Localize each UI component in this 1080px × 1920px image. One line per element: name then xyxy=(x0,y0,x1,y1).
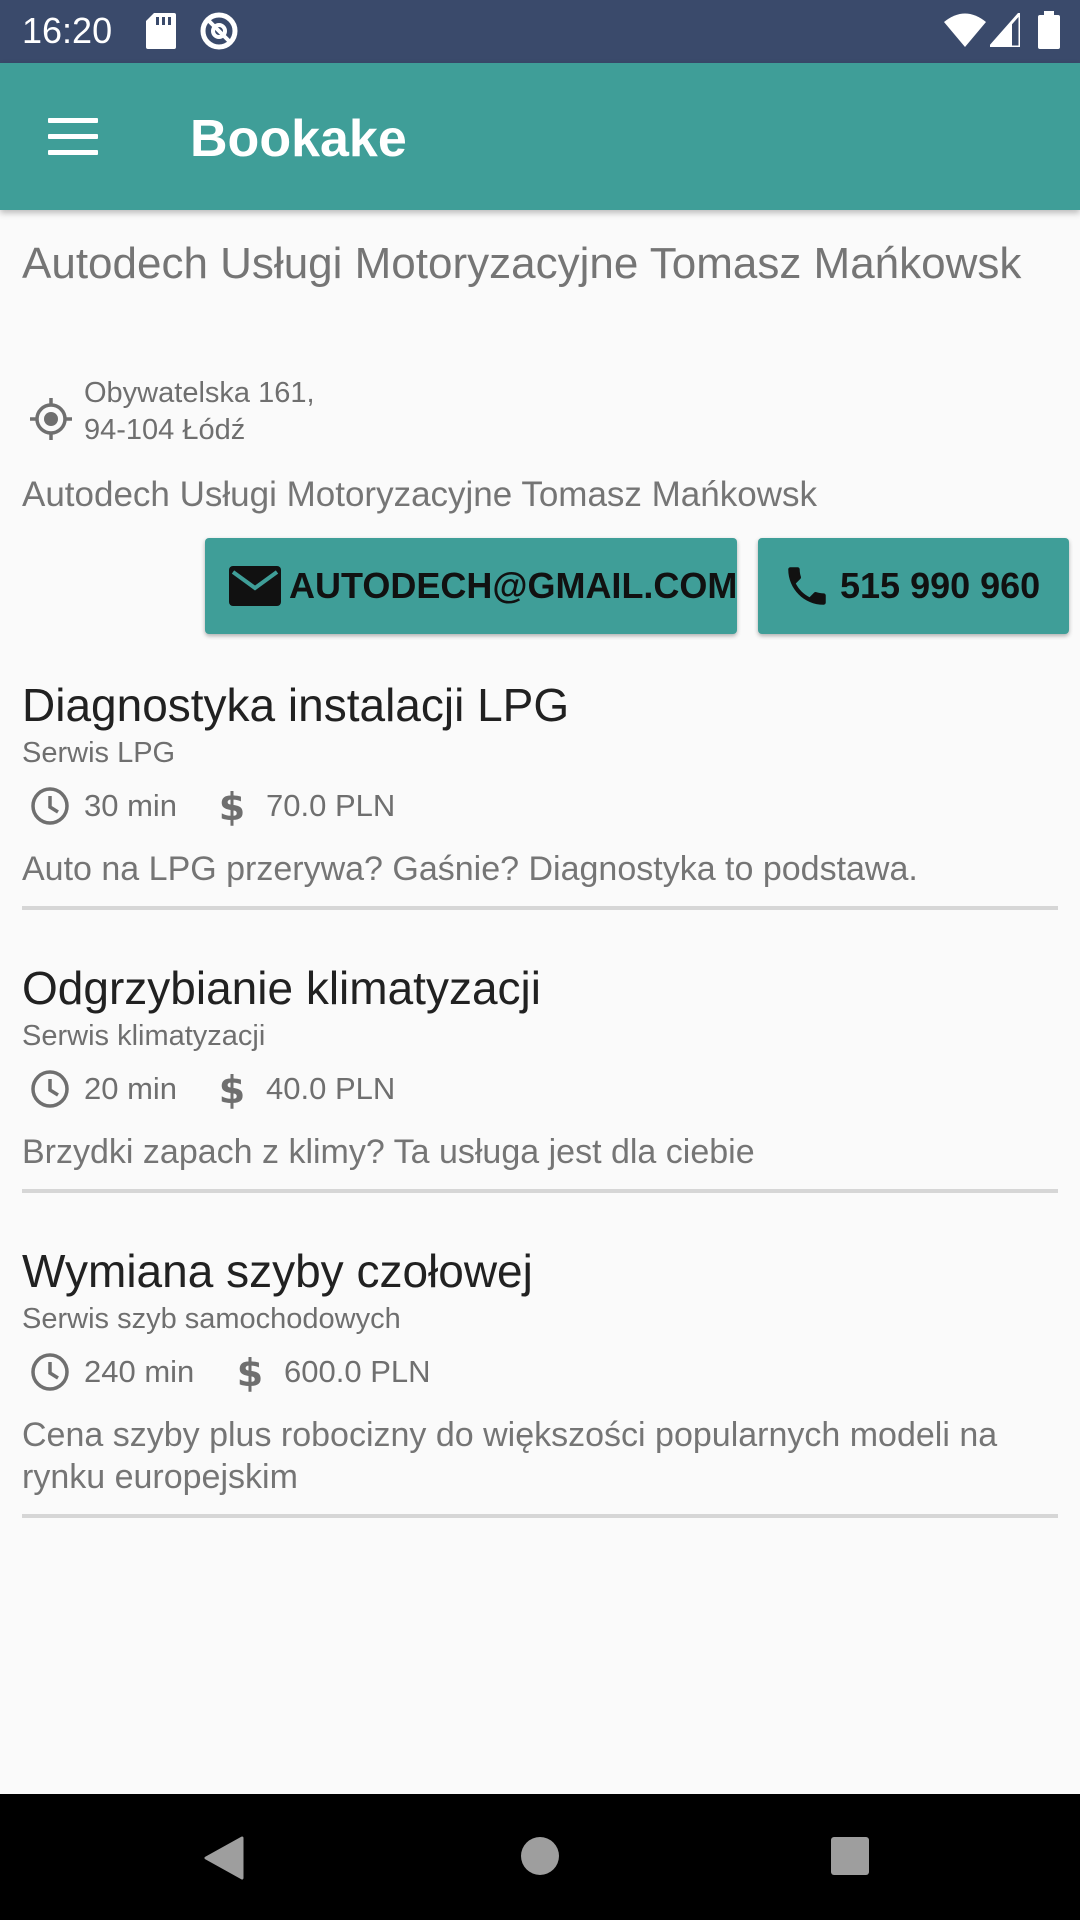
dollar-icon: $ xyxy=(219,786,245,826)
address-line-2: 94-104 Łódź xyxy=(84,414,246,446)
service-title: Wymiana szyby czołowej xyxy=(22,1245,533,1297)
svg-text:$: $ xyxy=(237,1352,263,1392)
business-address: Obywatelska 161, 94-104 Łódź xyxy=(84,375,315,449)
navigation-bar xyxy=(0,1794,1080,1920)
clock-icon xyxy=(31,787,69,825)
service-title: Diagnostyka instalacji LPG xyxy=(22,679,570,731)
service-item[interactable]: Odgrzybianie klimatyzacji Serwis klimaty… xyxy=(22,961,1058,1193)
divider xyxy=(22,1189,1058,1193)
business-description: Autodech Usługi Motoryzacyjne Tomasz Mań… xyxy=(22,475,817,514)
service-title: Odgrzybianie klimatyzacji xyxy=(22,962,541,1014)
service-price: 70.0 PLN xyxy=(266,788,396,823)
email-button-label: AUTODECH@GMAIL.COM xyxy=(289,565,738,606)
divider xyxy=(22,906,1058,910)
phone-icon xyxy=(788,567,826,605)
divider xyxy=(22,1514,1058,1518)
service-description: Auto na LPG przerywa? Gaśnie? Diagnostyk… xyxy=(22,850,918,888)
menu-icon[interactable] xyxy=(48,118,98,156)
back-icon[interactable] xyxy=(204,1836,244,1880)
service-description: Brzydki zapach z klimy? Ta usługa jest d… xyxy=(22,1133,755,1171)
email-icon xyxy=(229,566,281,606)
dollar-icon: $ xyxy=(237,1352,263,1392)
service-description: Cena szyby plus robocizny do większości … xyxy=(22,1416,998,1496)
clock-icon xyxy=(31,1070,69,1108)
signal-icon xyxy=(990,13,1020,47)
service-price: 600.0 PLN xyxy=(284,1354,431,1389)
home-icon[interactable] xyxy=(520,1836,560,1876)
at-sign-icon xyxy=(200,12,238,50)
phone-button[interactable]: 515 990 960 xyxy=(758,538,1069,634)
service-duration: 30 min xyxy=(84,788,178,823)
service-category: Serwis LPG xyxy=(22,737,176,769)
dollar-icon: $ xyxy=(219,1069,245,1109)
service-item[interactable]: Wymiana szyby czołowej Serwis szyb samoc… xyxy=(22,1244,1058,1518)
recents-icon[interactable] xyxy=(830,1836,870,1876)
service-category: Serwis szyb samochodowych xyxy=(22,1303,401,1335)
svg-text:$: $ xyxy=(219,786,245,826)
business-name: Autodech Usługi Motoryzacyjne Tomasz Mań… xyxy=(22,239,1022,288)
email-button[interactable]: AUTODECH@GMAIL.COM xyxy=(205,538,737,634)
sd-card-icon xyxy=(146,13,176,49)
status-bar: 16:20 xyxy=(0,0,1080,63)
service-category: Serwis klimatyzacji xyxy=(22,1020,266,1052)
wifi-icon xyxy=(944,13,986,47)
battery-icon xyxy=(1038,11,1060,49)
service-duration: 240 min xyxy=(84,1354,195,1389)
app-title: Bookake xyxy=(190,110,407,168)
app-bar: Bookake xyxy=(0,63,1080,210)
address-line-1: Obywatelska 161, xyxy=(84,377,315,409)
my-location-icon xyxy=(30,398,72,440)
service-price: 40.0 PLN xyxy=(266,1071,396,1106)
service-duration: 20 min xyxy=(84,1071,178,1106)
svg-text:$: $ xyxy=(219,1069,245,1109)
service-item[interactable]: Diagnostyka instalacji LPG Serwis LPG 30… xyxy=(22,678,1058,910)
phone-button-label: 515 990 960 xyxy=(840,565,1041,606)
status-time: 16:20 xyxy=(22,10,113,51)
clock-icon xyxy=(31,1353,69,1391)
